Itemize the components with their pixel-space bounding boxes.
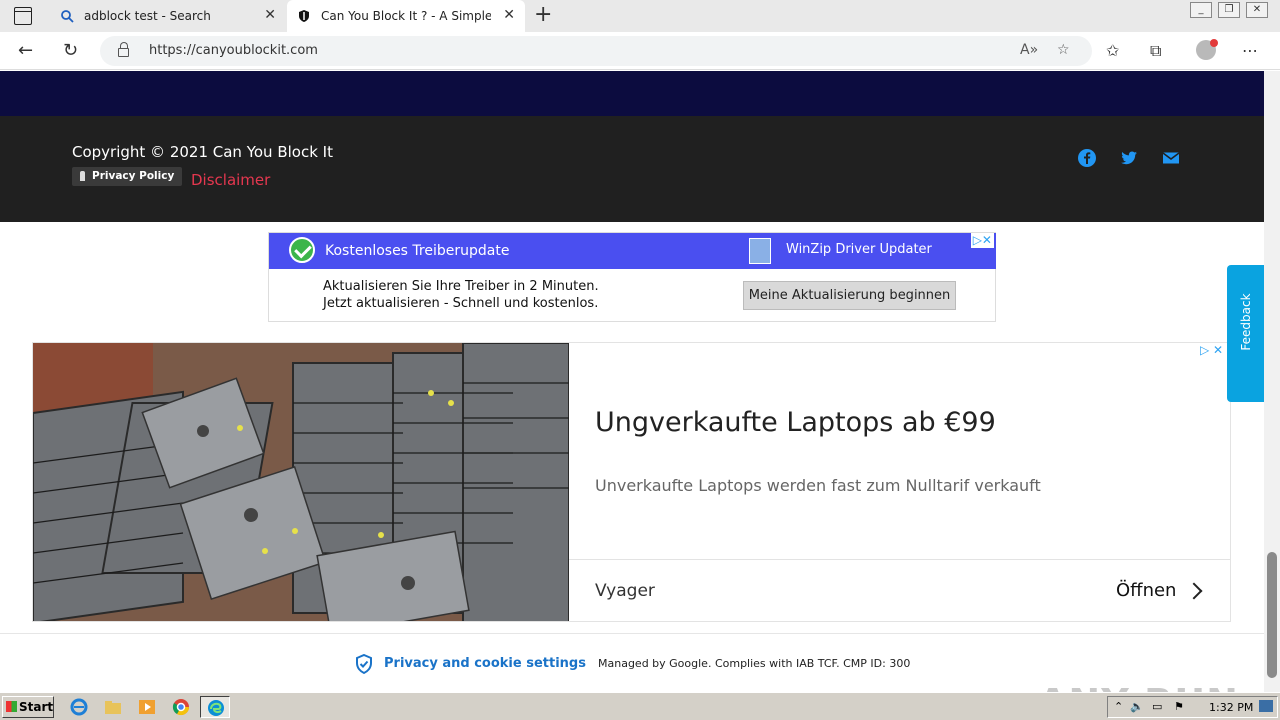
browser-toolbar: ← ↻ https://canyoublockit.com A» ☆ ✩ ⧉ ⋯ (0, 32, 1280, 70)
favorites-icon[interactable]: ✩ (1106, 41, 1119, 60)
tab-title: adblock test - Search (84, 9, 211, 23)
back-arrow-icon[interactable]: ← (18, 40, 33, 61)
chrome-icon[interactable] (172, 698, 190, 716)
address-bar[interactable]: https://canyoublockit.com A» ☆ (100, 36, 1092, 66)
chevron-right-icon[interactable] (1185, 582, 1203, 600)
ad-brand[interactable]: WinZip Driver Updater (786, 242, 932, 257)
ad-cta-button[interactable]: Meine Aktualisierung beginnen (743, 281, 956, 310)
media-player-icon[interactable] (138, 698, 156, 716)
more-menu-icon[interactable]: ⋯ (1242, 41, 1258, 60)
start-button[interactable]: Start (2, 696, 54, 718)
window-controls: _ ❐ ✕ (1190, 2, 1268, 18)
privacy-policy-badge[interactable]: Privacy Policy (72, 167, 183, 186)
network-icon[interactable]: ▭ (1152, 700, 1162, 713)
ad-headline[interactable]: Ungverkaufte Laptops ab €99 (595, 407, 996, 438)
edge-taskbar-button[interactable] (200, 696, 230, 718)
profile-avatar[interactable] (1196, 39, 1218, 60)
folder-icon[interactable] (104, 698, 122, 716)
speaker-icon[interactable]: 🔈 (1130, 700, 1144, 713)
ad-open-button[interactable]: Öffnen (1116, 580, 1176, 601)
feedback-button[interactable]: Feedback (1227, 265, 1264, 402)
url-text[interactable]: https://canyoublockit.com (149, 43, 318, 58)
windows-taskbar: Start ⌃ 🔈 ▭ ⚑ 1:32 PM (0, 692, 1280, 720)
ie-icon[interactable] (70, 698, 88, 716)
checkmark-icon (289, 237, 315, 263)
ad-description: Unverkaufte Laptops werden fast zum Null… (595, 476, 1041, 495)
driver-update-ad[interactable]: Kostenloses Treiberupdate WinZip Driver … (268, 232, 996, 322)
search-icon (61, 10, 74, 23)
ad-header-bar: Kostenloses Treiberupdate WinZip Driver … (269, 233, 996, 269)
copyright-text: Copyright © 2021 Can You Block It (72, 143, 333, 161)
tab-title: Can You Block It ? - A Simple Ad B (321, 9, 491, 23)
adchoices-icon[interactable]: ▷ ✕ (1200, 343, 1223, 357)
winzip-icon (749, 238, 771, 264)
tray-expand-icon[interactable]: ⌃ (1114, 700, 1123, 713)
facebook-icon[interactable] (1078, 149, 1096, 167)
clock[interactable]: 1:32 PM (1209, 701, 1253, 714)
system-tray: ⌃ 🔈 ▭ ⚑ 1:32 PM (1107, 696, 1278, 718)
ad-text-line: Aktualisieren Sie Ihre Treiber in 2 Minu… (323, 279, 599, 294)
scrollbar-thumb[interactable] (1267, 552, 1277, 678)
site-footer: Copyright © 2021 Can You Block It Privac… (0, 116, 1264, 222)
laptop-ad[interactable]: Ungverkaufte Laptops ab €99 Unverkaufte … (32, 342, 1231, 622)
close-tab-icon[interactable]: ✕ (503, 7, 515, 23)
refresh-icon[interactable]: ↻ (63, 40, 78, 61)
read-aloud-icon[interactable]: A» (1020, 42, 1038, 58)
watermark-logo: ANY RUN (1038, 681, 1239, 692)
tab-actions-icon[interactable] (14, 7, 32, 25)
shield-icon (299, 10, 309, 22)
header-band (0, 71, 1264, 116)
lock-icon (118, 42, 129, 57)
web-page: Copyright © 2021 Can You Block It Privac… (0, 71, 1264, 692)
new-tab-button[interactable]: + (534, 4, 552, 26)
feedback-label: Feedback (1239, 293, 1253, 351)
twitter-icon[interactable] (1120, 149, 1138, 167)
adchoices-close-icon[interactable]: ▷✕ (970, 233, 994, 248)
ad-headline[interactable]: Kostenloses Treiberupdate (325, 243, 509, 259)
close-window-button[interactable]: ✕ (1246, 2, 1268, 18)
shield-check-icon (356, 654, 372, 674)
collections-icon[interactable]: ⧉ (1150, 41, 1161, 61)
disclaimer-link[interactable]: Disclaimer (191, 171, 270, 189)
minimize-button[interactable]: _ (1190, 2, 1212, 18)
browser-tab-bar: adblock test - Search ✕ Can You Block It… (0, 0, 1280, 32)
ad-divider (569, 559, 1230, 560)
tab-search[interactable]: adblock test - Search ✕ (50, 0, 286, 32)
email-icon[interactable] (1162, 149, 1180, 167)
consent-note: Managed by Google. Complies with IAB TCF… (598, 657, 911, 670)
add-favorite-icon[interactable]: ☆ (1057, 42, 1070, 58)
privacy-settings-link[interactable]: Privacy and cookie settings (384, 656, 586, 671)
desktop-icon[interactable] (1259, 700, 1273, 712)
ad-advertiser[interactable]: Vyager (595, 581, 655, 601)
ad-text-line: Jetzt aktualisieren - Schnell und kosten… (323, 296, 599, 311)
edge-icon (208, 700, 224, 716)
laptop-stack-image[interactable] (33, 343, 569, 621)
close-tab-icon[interactable]: ✕ (264, 7, 276, 23)
restore-button[interactable]: ❐ (1218, 2, 1240, 18)
page-scrollbar[interactable] (1264, 71, 1280, 692)
flag-icon[interactable]: ⚑ (1174, 700, 1184, 713)
tab-canyoublockit[interactable]: Can You Block It ? - A Simple Ad B ✕ (287, 0, 525, 32)
